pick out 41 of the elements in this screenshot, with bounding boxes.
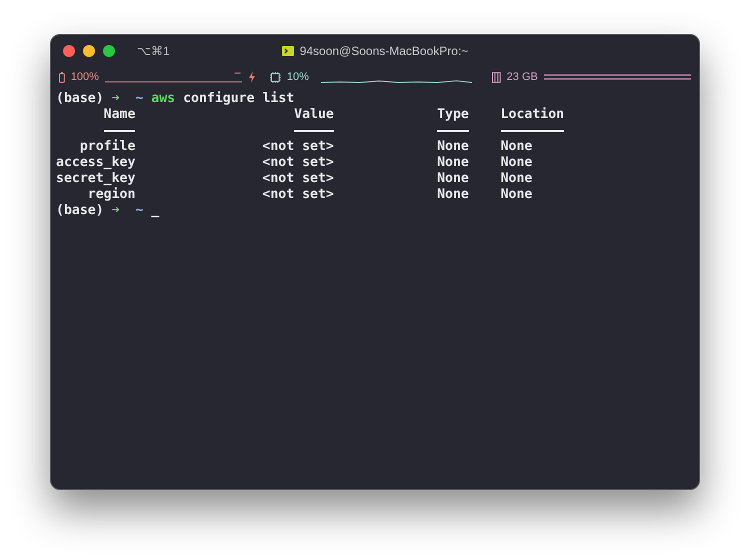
conda-env: (base) — [56, 203, 104, 219]
memory-reading: 23 GB — [506, 71, 538, 83]
table-cell-text: None — [437, 171, 470, 187]
prompt-arrow: ➜ — [112, 203, 120, 219]
current-directory: ~ — [135, 91, 144, 107]
command-arguments: configure list — [183, 91, 294, 107]
current-directory: ~ — [135, 203, 144, 219]
table-cell-text: <not set> — [261, 171, 334, 187]
window-title: 94soon@Soons-MacBookPro:~ — [300, 44, 468, 58]
column-header: Value — [293, 107, 334, 123]
cpu-icon — [270, 72, 281, 82]
text-cursor: _ — [151, 203, 160, 219]
table-cell: access_key — [56, 155, 136, 171]
table-cell-text: region — [86, 187, 136, 203]
table-cell-text: profile — [78, 139, 136, 155]
tab-shortcut: ⌥⌘1 — [137, 44, 170, 58]
table-cell: secret_key — [56, 171, 136, 187]
battery-icon — [59, 72, 65, 82]
table-cell-text: <not set> — [261, 139, 334, 155]
cpu-reading: 10% — [286, 71, 309, 83]
column-header: Name — [102, 107, 136, 123]
table-cell-text: None — [500, 139, 534, 155]
table-cell-text: None — [437, 155, 470, 171]
battery-reading: 100% — [70, 71, 99, 83]
table-cell-text: None — [500, 187, 534, 203]
column-header: Type — [437, 107, 470, 123]
command-name: aws — [151, 91, 176, 107]
column-header: Location — [500, 107, 566, 123]
close-button[interactable] — [63, 45, 75, 57]
zoom-button[interactable] — [103, 45, 115, 57]
conda-env: (base) — [56, 91, 104, 107]
table-cell-text: <not set> — [261, 155, 334, 171]
minimize-button[interactable] — [83, 45, 95, 57]
table-cell-text: <not set> — [261, 187, 334, 203]
table-cell-text: None — [437, 139, 470, 155]
table-cell-text: None — [437, 187, 470, 203]
table-cell-text: None — [500, 171, 534, 187]
table-cell-text: None — [500, 155, 534, 171]
memory-icon — [492, 72, 501, 82]
terminal-icon — [282, 46, 294, 56]
prompt-arrow: ➜ — [112, 91, 120, 107]
